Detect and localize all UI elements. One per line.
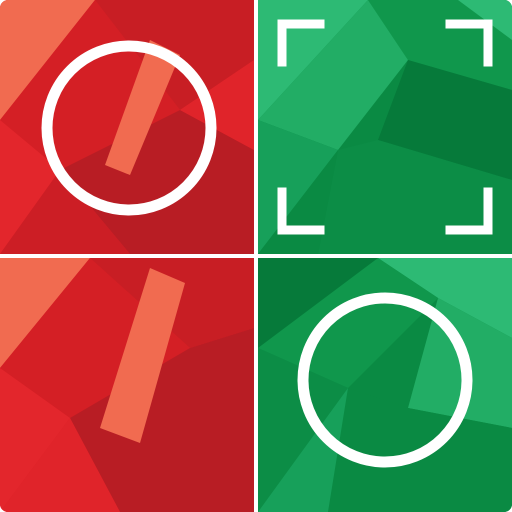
green-tile-bottom-right (258, 258, 512, 512)
red-tile-top-left (0, 0, 254, 254)
green-tile-top-right (258, 0, 512, 254)
app-icon (0, 0, 512, 512)
red-tile-bottom-left (0, 258, 254, 512)
